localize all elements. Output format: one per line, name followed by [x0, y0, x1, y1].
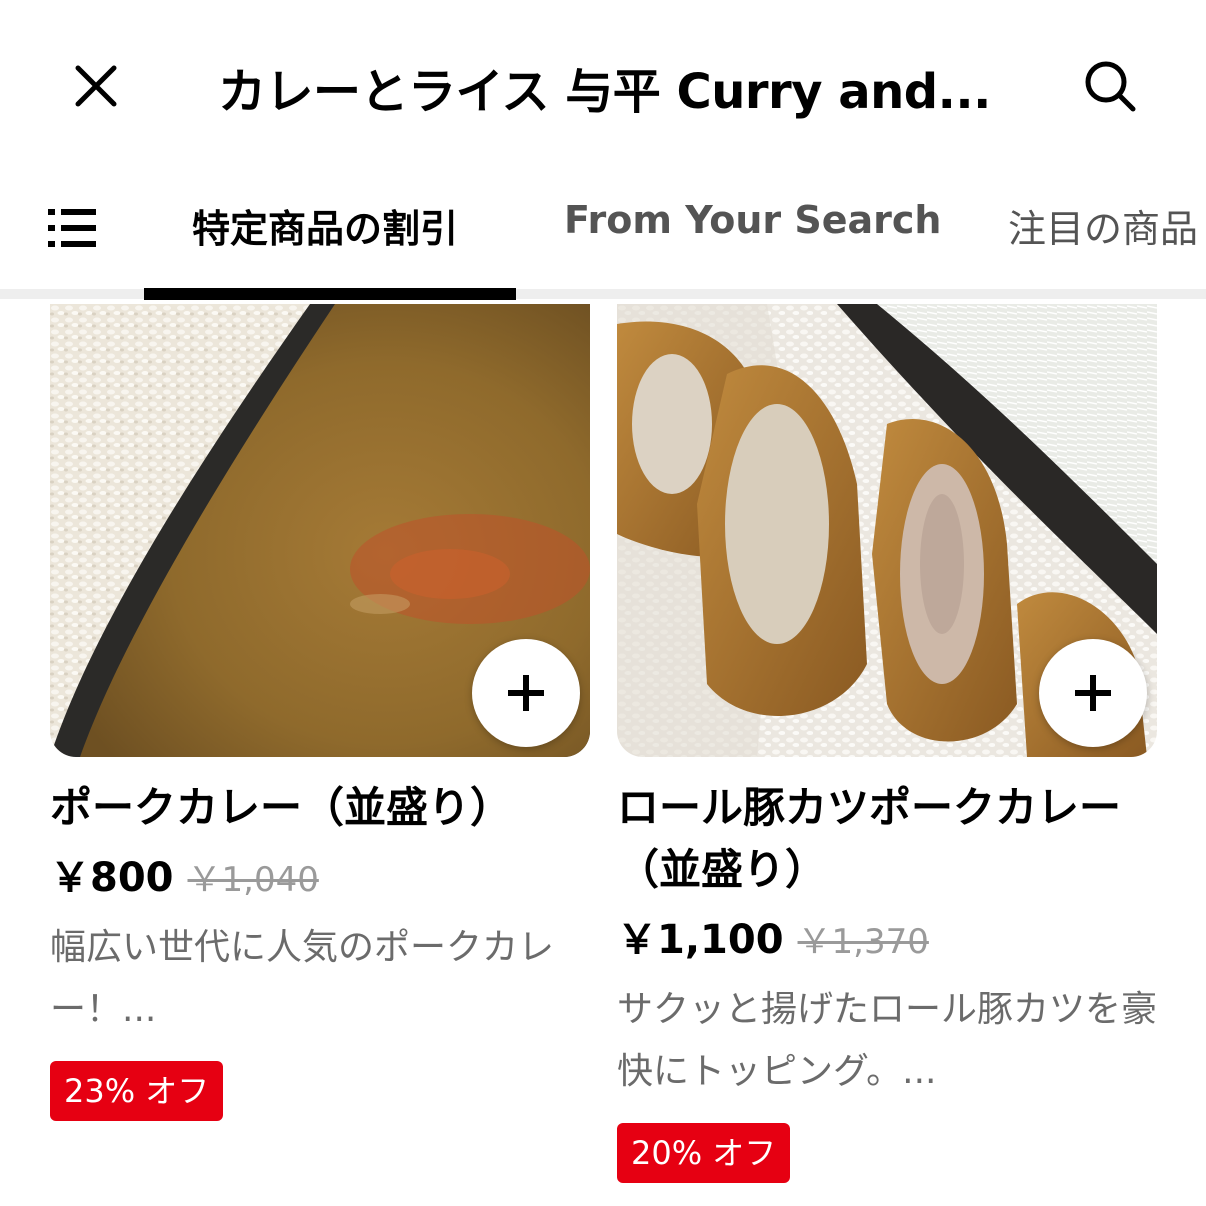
discount-badge: 23% オフ	[50, 1061, 224, 1121]
item-original-price: ￥1,370	[797, 922, 929, 962]
discount-badge: 20% オフ	[617, 1123, 791, 1183]
menu-item-card[interactable]: ポークカレー（並盛り） ￥800 ￥1,040 幅広い世代に人気のポークカレー！…	[50, 304, 590, 1121]
close-icon	[75, 65, 117, 107]
price-row: ￥800 ￥1,040	[50, 845, 590, 903]
tab-featured[interactable]: 注目の商品	[1008, 198, 1198, 253]
price-row: ￥1,100 ￥1,370	[617, 907, 1157, 965]
item-price: ￥800	[50, 855, 174, 901]
item-name: ポークカレー（並盛り）	[50, 783, 513, 832]
menu-item-card[interactable]: ロール豚カツポークカレー（並盛り） ￥1,100 ￥1,370 サクッと揚げたロ…	[617, 304, 1157, 1183]
item-original-price: ￥1,040	[187, 860, 319, 900]
page-title: カレーとライス 与平 Curry and...	[218, 64, 991, 120]
item-photo	[617, 304, 1157, 757]
category-menu-button[interactable]	[48, 206, 98, 250]
plus-icon	[1075, 675, 1111, 711]
active-tab-indicator	[144, 288, 516, 300]
tab-discounts[interactable]: 特定商品の割引	[192, 198, 458, 253]
item-photo	[50, 304, 590, 757]
add-to-cart-button[interactable]	[472, 639, 580, 747]
header: カレーとライス 与平 Curry and...	[0, 0, 1206, 170]
search-icon	[1085, 61, 1136, 112]
category-tabs: 特定商品の割引 From Your Search 注目の商品	[0, 180, 1206, 304]
item-description: サクッと揚げたロール豚カツを豪快にトッピング。...	[617, 989, 1158, 1092]
tab-from-your-search[interactable]: From Your Search	[564, 198, 941, 242]
add-to-cart-button[interactable]	[1039, 639, 1147, 747]
item-name: ロール豚カツポークカレー（並盛り）	[617, 783, 1122, 894]
item-price: ￥1,100	[617, 917, 784, 963]
search-button[interactable]	[1080, 56, 1140, 116]
plus-icon	[508, 675, 544, 711]
list-icon	[48, 209, 96, 247]
item-description: 幅広い世代に人気のポークカレー！...	[50, 927, 555, 1030]
close-button[interactable]	[66, 56, 126, 116]
